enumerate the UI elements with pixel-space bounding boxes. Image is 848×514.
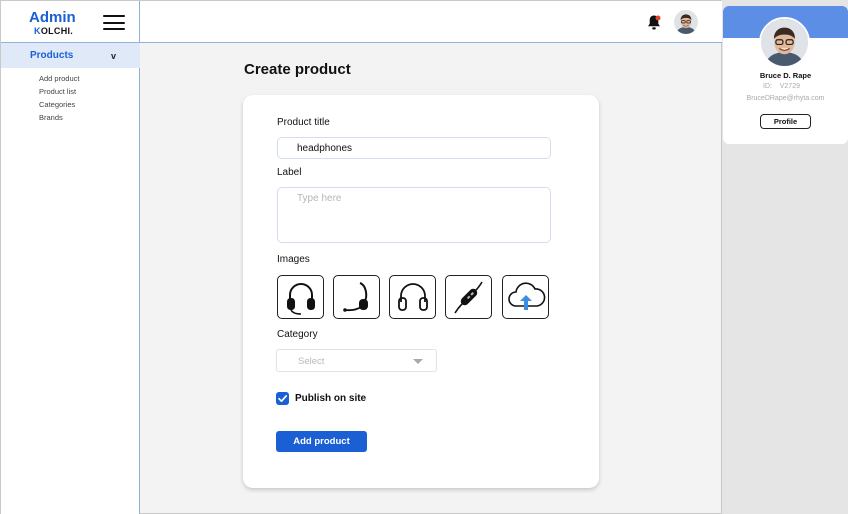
profile-name: Bruce D. Rape — [759, 71, 812, 80]
sidebar-item-categories[interactable]: Categories — [39, 100, 75, 109]
label-field-label: Label — [277, 167, 302, 178]
cloud-upload-icon[interactable] — [502, 275, 549, 319]
bell-icon[interactable] — [646, 14, 662, 31]
app-frame: Admin KOLCHI. Products v Add product Pro… — [0, 0, 722, 514]
sidebar-item-label: Products — [30, 50, 74, 61]
brand-subtitle: KOLCHI. — [34, 26, 73, 36]
check-icon — [278, 395, 288, 403]
create-product-form: Product title Label Images — [243, 95, 599, 488]
profile-id-label: ID: — [763, 83, 772, 90]
topbar — [140, 1, 722, 43]
sidebar-item-product-list[interactable]: Product list — [39, 87, 76, 96]
headset-single-ear-icon[interactable] — [333, 275, 380, 319]
chevron-down-icon[interactable]: v — [111, 51, 116, 61]
brand-subtitle-rest: OLCHI. — [40, 26, 74, 36]
headphones-outline-icon[interactable] — [389, 275, 436, 319]
sidebar-item-products[interactable]: Products v — [1, 43, 140, 68]
page-title: Create product — [244, 61, 351, 78]
images-label: Images — [277, 254, 310, 265]
sidebar-item-add-product[interactable]: Add product — [39, 74, 79, 83]
product-title-input[interactable] — [277, 137, 551, 159]
profile-id: ID: V2729 — [763, 83, 800, 90]
label-textarea[interactable] — [277, 187, 551, 243]
category-label: Category — [277, 329, 318, 340]
brand: Admin KOLCHI. — [1, 1, 140, 43]
headphones-over-ear-icon[interactable] — [277, 275, 324, 319]
caret-down-icon — [413, 359, 423, 364]
sidebar-item-brands[interactable]: Brands — [39, 113, 63, 122]
profile-email: BruceDRape@rhyta.com — [746, 95, 825, 102]
publish-checkbox[interactable] — [276, 392, 289, 405]
category-select-value: Select — [298, 356, 325, 367]
avatar[interactable] — [674, 10, 698, 34]
category-select[interactable]: Select — [276, 349, 437, 372]
sidebar: Admin KOLCHI. Products v Add product Pro… — [1, 1, 140, 514]
product-title-label: Product title — [277, 117, 330, 128]
brand-title: Admin — [29, 9, 76, 26]
notification-dot — [655, 15, 661, 21]
avatar — [759, 17, 810, 68]
brand-subtitle-accent: K — [34, 26, 41, 36]
profile-panel: Bruce D. Rape ID: V2729 BruceDRape@rhyta… — [723, 6, 848, 144]
profile-button[interactable]: Profile — [760, 114, 811, 129]
publish-label[interactable]: Publish on site — [295, 393, 366, 404]
profile-id-value: V2729 — [779, 83, 800, 90]
add-product-button[interactable]: Add product — [276, 431, 367, 452]
menu-icon[interactable] — [103, 15, 125, 30]
inline-remote-icon[interactable] — [445, 275, 492, 319]
